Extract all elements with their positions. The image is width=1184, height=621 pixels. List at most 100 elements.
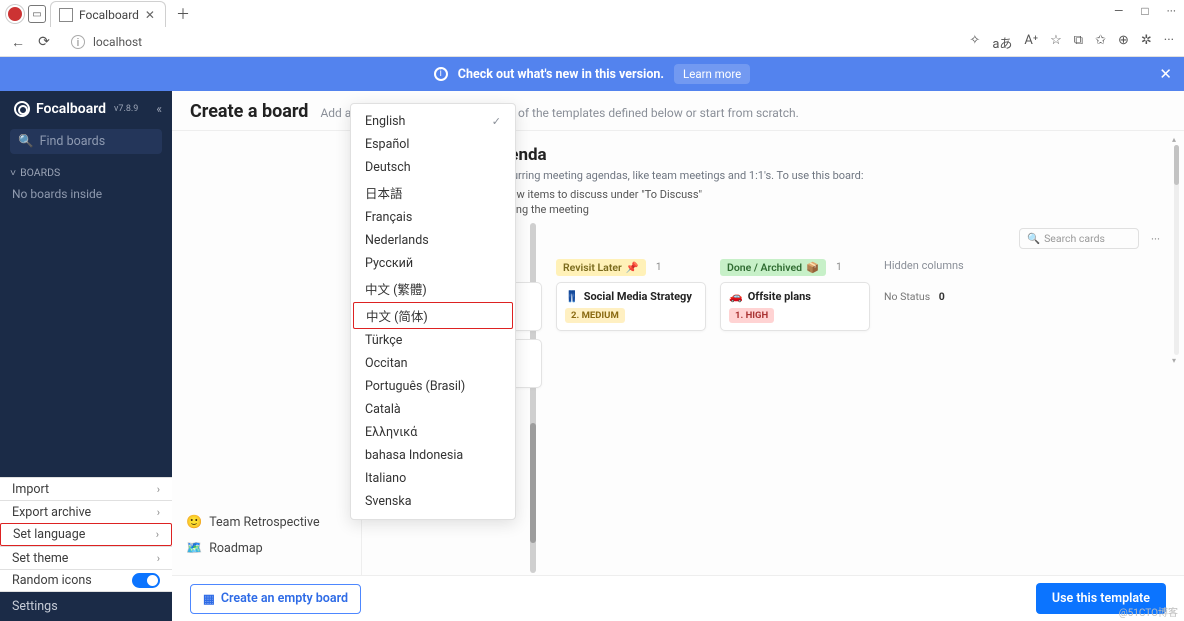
shopping-icon[interactable]: ✧ — [969, 33, 980, 52]
brand-name: Focalboard — [36, 101, 106, 117]
profile-avatar-icon[interactable] — [6, 5, 24, 23]
sidebar: Focalboard v7.8.9 « 🔍 Find boards ˅ BOAR… — [0, 91, 172, 621]
language-menu[interactable]: English Español Deutsch 日本語 Français Ned… — [350, 103, 516, 520]
menu-icon[interactable]: ··· — [1164, 33, 1174, 52]
column-badge[interactable]: Done / Archived 📦 — [720, 259, 826, 276]
chevron-right-icon: › — [157, 552, 160, 565]
collections-icon[interactable]: ⊕ — [1118, 33, 1129, 52]
language-option[interactable]: 中文 (繁體) — [351, 275, 515, 302]
card-title: Offsite plans — [748, 290, 811, 303]
workspaces-icon[interactable]: ▭ — [28, 5, 46, 23]
text-size-icon[interactable]: A⁺ — [1024, 33, 1038, 52]
language-option-highlighted[interactable]: 中文 (简体) — [353, 302, 513, 329]
language-option[interactable]: Català — [351, 398, 515, 421]
scroll-up-icon[interactable]: ▴ — [1172, 135, 1176, 144]
window-controls: — □ ··· — [1114, 4, 1176, 18]
boards-section-header[interactable]: ˅ BOARDS — [0, 160, 172, 183]
favorites-bar-icon[interactable]: ✩ — [1095, 33, 1106, 52]
search-icon: 🔍 — [1027, 232, 1040, 245]
window-more-icon[interactable]: ··· — [1167, 4, 1176, 18]
tab-favicon-icon — [59, 8, 73, 22]
language-option[interactable]: bahasa Indonesia — [351, 444, 515, 467]
favorite-icon[interactable]: ☆ — [1050, 33, 1062, 52]
settings-random-icons[interactable]: Random icons — [0, 569, 172, 592]
search-cards-placeholder: Search cards — [1044, 232, 1105, 245]
preview-scrollbar[interactable]: ▴ ▾ — [1173, 145, 1180, 355]
browser-actions: ✧ aあ A⁺ ☆ ⧉ ✩ ⊕ ✲ ··· — [969, 33, 1174, 52]
language-option[interactable]: Occitan — [351, 352, 515, 375]
card-icon: 👖 — [565, 290, 579, 303]
browser-tab[interactable]: Focalboard ✕ — [50, 1, 166, 27]
app-version: v7.8.9 — [114, 104, 138, 114]
settings-set-theme[interactable]: Set theme › — [0, 546, 172, 569]
language-option[interactable]: Deutsch — [351, 156, 515, 179]
settings-random-icons-label: Random icons — [12, 573, 92, 588]
scroll-thumb[interactable] — [1174, 145, 1179, 185]
create-board-header: Create a board Add a board to the sideba… — [172, 91, 1184, 131]
language-option[interactable]: Ελληνικά — [351, 421, 515, 444]
settings-import[interactable]: Import › — [0, 477, 172, 500]
settings-set-language[interactable]: Set language › — [0, 523, 172, 546]
template-icon: 🙂 — [186, 515, 202, 530]
template-label: Roadmap — [209, 541, 262, 556]
sidebar-header: Focalboard v7.8.9 « — [0, 91, 172, 123]
language-option[interactable]: Русский — [351, 252, 515, 275]
tab-close-icon[interactable]: ✕ — [145, 8, 155, 22]
template-list[interactable]: 🙂 Team Retrospective 🗺️ Roadmap — [172, 131, 362, 575]
language-option[interactable]: Français — [351, 206, 515, 229]
template-icon: 🗺️ — [186, 541, 202, 556]
language-option[interactable]: Türkçe — [351, 329, 515, 352]
create-empty-board-button[interactable]: ▦ Create an empty board — [190, 584, 361, 614]
learn-more-button[interactable]: Learn more — [674, 64, 750, 84]
window-minimize-icon[interactable]: — — [1114, 4, 1123, 18]
view-options-icon[interactable]: ··· — [1145, 232, 1166, 246]
address-input[interactable] — [93, 35, 950, 49]
boards-section-label: BOARDS — [20, 166, 60, 179]
settings-language-label: Set language — [13, 527, 85, 542]
kanban-card[interactable]: 🚗Offsite plans 1. HIGH — [720, 282, 870, 331]
language-option[interactable]: Português (Brasil) — [351, 375, 515, 398]
search-icon: 🔍 — [18, 134, 34, 149]
language-option[interactable]: English — [351, 110, 515, 133]
language-option[interactable]: Nederlands — [351, 229, 515, 252]
translate-icon[interactable]: aあ — [992, 33, 1012, 52]
template-roadmap[interactable]: 🗺️ Roadmap — [182, 537, 351, 560]
banner-close-icon[interactable]: ✕ — [1159, 65, 1172, 83]
preview-bullet: Participants queue new items to discuss … — [410, 188, 1166, 201]
column-header[interactable]: Revisit Later 📌 1 — [556, 259, 706, 276]
browser-toolbar: ← ⟳ i ✧ aあ A⁺ ☆ ⧉ ✩ ⊕ ✲ ··· — [0, 28, 1184, 56]
language-option[interactable]: Español — [351, 133, 515, 156]
settings-footer[interactable]: Settings — [0, 592, 172, 621]
kanban-card[interactable]: 👖Social Media Strategy 2. MEDIUM — [556, 282, 706, 331]
site-info-icon[interactable]: i — [71, 35, 85, 49]
new-tab-button[interactable]: ＋ — [170, 4, 196, 24]
settings-import-label: Import — [12, 482, 49, 497]
chevron-right-icon: › — [157, 483, 160, 496]
address-bar[interactable]: i — [62, 31, 959, 53]
template-team-retrospective[interactable]: 🙂 Team Retrospective — [182, 511, 351, 534]
search-cards-input[interactable]: 🔍 Search cards — [1019, 228, 1139, 249]
chevron-down-icon: ˅ — [10, 166, 16, 179]
priority-badge: 2. MEDIUM — [565, 308, 625, 323]
language-option[interactable]: 日本語 — [351, 179, 515, 206]
window-maximize-icon[interactable]: □ — [1141, 4, 1148, 18]
scroll-down-icon[interactable]: ▾ — [1172, 356, 1176, 365]
nav-refresh-icon[interactable]: ⟳ — [36, 34, 52, 50]
plus-board-icon: ▦ — [203, 591, 215, 607]
language-option[interactable]: Italiano — [351, 467, 515, 490]
random-icons-toggle[interactable] — [132, 573, 160, 588]
settings-export-archive[interactable]: Export archive › — [0, 500, 172, 523]
find-boards-input[interactable]: 🔍 Find boards — [10, 129, 162, 154]
split-icon[interactable]: ⧉ — [1074, 33, 1083, 52]
language-option[interactable]: Svenska — [351, 490, 515, 513]
no-status-row[interactable]: No Status 0 — [884, 290, 984, 303]
nav-back-icon[interactable]: ← — [10, 34, 26, 51]
no-status-label: No Status — [884, 290, 930, 303]
chevron-right-icon: › — [156, 528, 159, 541]
column-header[interactable]: Done / Archived 📦 1 — [720, 259, 870, 276]
sidebar-collapse-icon[interactable]: « — [156, 102, 162, 116]
settings-theme-label: Set theme — [12, 551, 68, 566]
priority-badge: 1. HIGH — [729, 308, 774, 323]
extensions-icon[interactable]: ✲ — [1141, 33, 1152, 52]
column-badge[interactable]: Revisit Later 📌 — [556, 259, 646, 276]
